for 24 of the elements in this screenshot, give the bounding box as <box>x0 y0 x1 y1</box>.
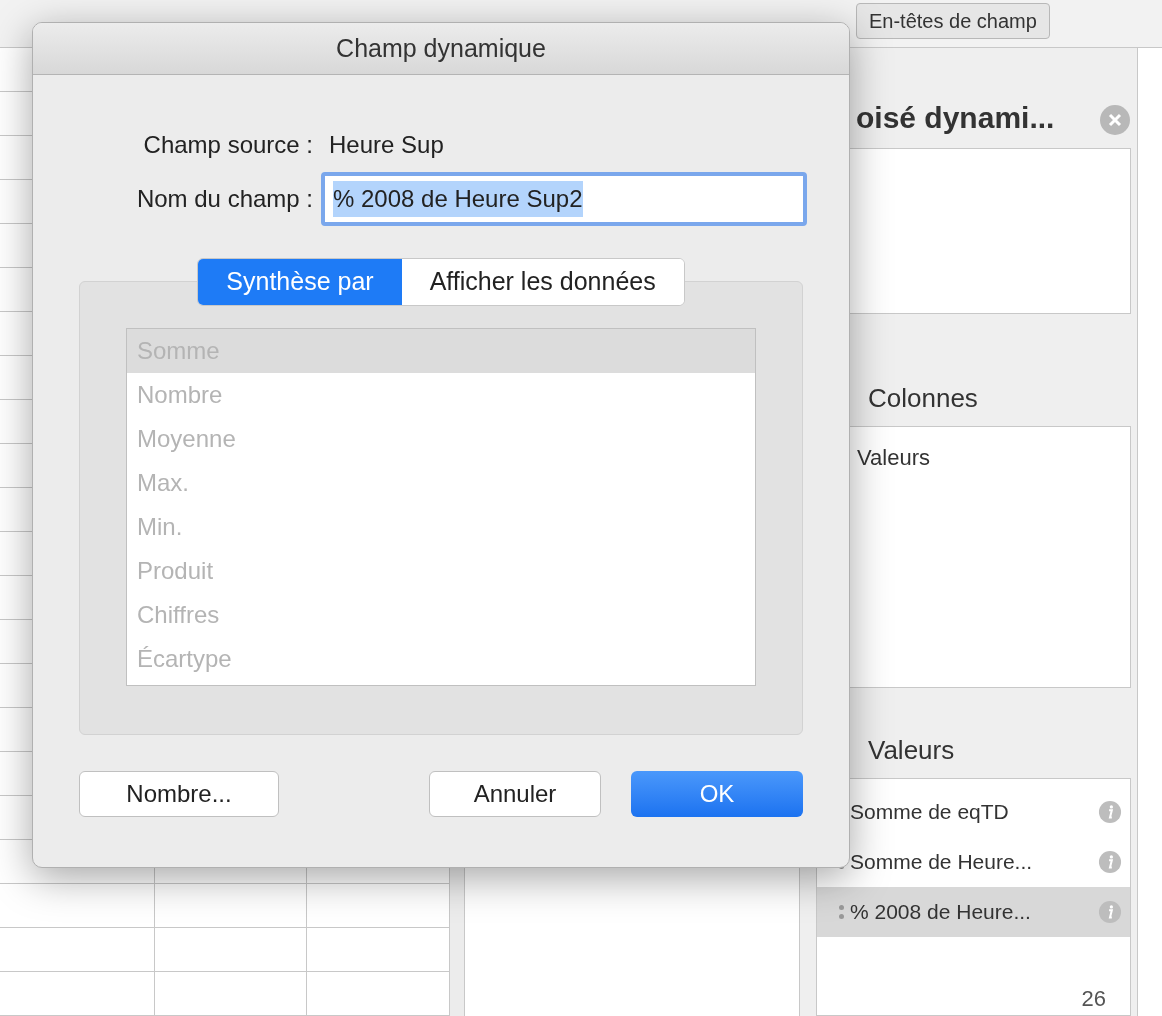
field-label: Nom du champ : <box>135 184 314 214</box>
value-field-item[interactable]: % 2008 de Heure... <box>817 887 1130 937</box>
info-icon[interactable] <box>1098 850 1122 874</box>
field-label: Somme de eqTD <box>850 799 1010 826</box>
field-name-input[interactable]: % 2008 de Heure Sup2 <box>321 172 807 226</box>
dialog-button[interactable]: Nombre... <box>79 771 279 817</box>
drag-handle-icon <box>839 905 844 919</box>
close-icon[interactable] <box>1099 104 1131 136</box>
info-icon[interactable] <box>1098 800 1122 824</box>
field-label: % 2008 de Heure... <box>850 899 1032 926</box>
section-label: Valeurs <box>868 734 955 767</box>
source-value: Heure Sup <box>328 130 444 160</box>
pane-title: oisé dynami... <box>856 100 1055 136</box>
page-number: 26 <box>1081 985 1106 1013</box>
dialog-button[interactable]: Annuler <box>429 771 601 817</box>
info-icon[interactable] <box>1098 900 1122 924</box>
field-headers-button[interactable]: En-têtes de champ <box>856 3 1050 39</box>
dialog-button[interactable]: OK <box>631 771 803 817</box>
section-label: Colonnes <box>868 382 978 415</box>
field-item[interactable]: Valeurs <box>857 441 1130 474</box>
field-label: Champ source : <box>142 130 314 160</box>
window-title: Champ dynamique <box>336 32 546 64</box>
field-label: Somme de Heure... <box>850 849 1034 876</box>
tab[interactable]: Synthèse par <box>198 259 402 305</box>
